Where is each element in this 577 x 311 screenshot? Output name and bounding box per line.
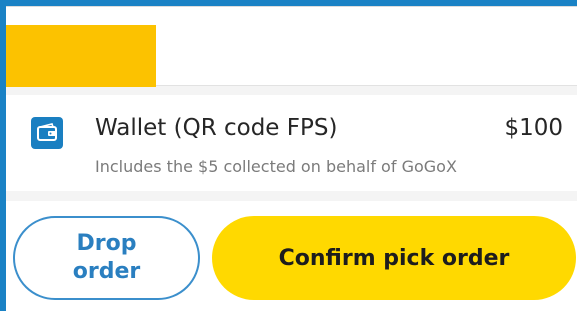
action-bar: Drop order Confirm pick order <box>6 201 577 311</box>
confirm-pick-order-button[interactable]: Confirm pick order <box>212 216 576 300</box>
payment-method-row: Wallet (QR code FPS) $100 Includes the $… <box>6 95 577 191</box>
wallet-icon <box>31 117 63 149</box>
payment-amount: $100 <box>504 115 563 141</box>
highlight-bar <box>6 25 156 87</box>
order-screen: Wallet (QR code FPS) $100 Includes the $… <box>6 6 577 311</box>
order-summary-card <box>6 6 577 87</box>
confirm-pick-order-label: Confirm pick order <box>278 245 510 271</box>
payment-method-label: Wallet (QR code FPS) <box>95 115 338 141</box>
payment-note: Includes the $5 collected on behalf of G… <box>95 157 457 176</box>
drop-order-button[interactable]: Drop order <box>13 216 200 300</box>
drop-order-label: Drop order <box>72 231 141 284</box>
